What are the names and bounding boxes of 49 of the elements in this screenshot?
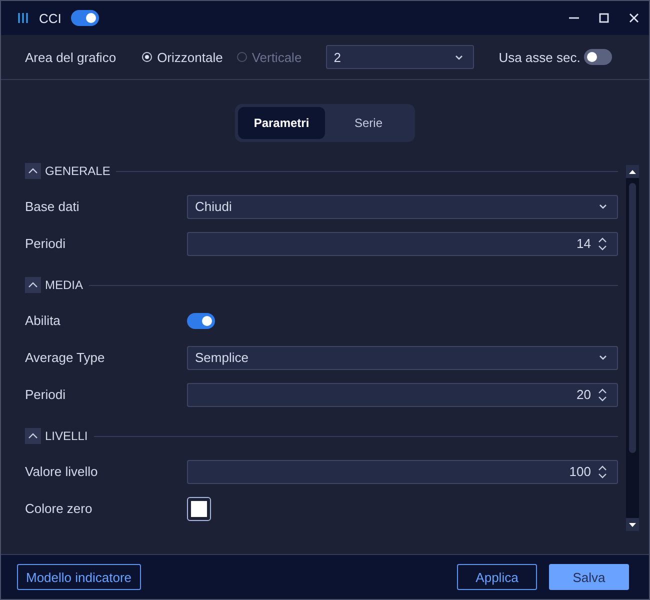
chevron-down-icon [454, 54, 463, 60]
secondary-axis-label: Usa asse sec. [498, 50, 580, 64]
field-label: Periodi [25, 236, 66, 251]
window-title: CCI [39, 10, 62, 26]
indicator-icon [17, 12, 29, 24]
maximize-icon[interactable] [599, 13, 609, 23]
radio-label: Orizzontale [157, 50, 223, 64]
indicator-toggle[interactable] [71, 10, 100, 26]
collapse-button[interactable] [25, 163, 41, 179]
scroll-up-icon[interactable] [629, 170, 636, 174]
chevron-down-icon [599, 204, 607, 209]
template-button[interactable]: Modello indicatore [17, 564, 141, 590]
chevron-down-icon [599, 355, 607, 360]
save-button[interactable]: Salva [549, 564, 629, 590]
field-label: Average Type [25, 350, 106, 365]
select-field[interactable]: Semplice [187, 346, 618, 370]
number-field[interactable]: 14 [187, 232, 618, 256]
section-title: MEDIA [45, 278, 84, 292]
field-label: Periodi [25, 387, 66, 402]
field-label: Abilita [25, 313, 62, 328]
collapse-button[interactable] [25, 277, 41, 293]
chevron-icon [28, 282, 38, 288]
field-label: Colore zero [25, 501, 94, 516]
close-icon[interactable] [629, 13, 639, 23]
section-title: LIVELLI [45, 429, 88, 443]
select-field[interactable]: Chiudi [187, 194, 618, 218]
minimize-icon[interactable] [569, 17, 579, 19]
scrollbar[interactable] [626, 165, 639, 531]
enable-toggle[interactable] [187, 312, 215, 328]
radio-label: Verticale [252, 50, 302, 64]
number-field[interactable]: 20 [187, 382, 618, 406]
tab[interactable]: Serie [325, 107, 412, 139]
color-swatch[interactable] [187, 496, 211, 520]
spinner-icon[interactable] [598, 388, 607, 402]
secondary-axis-toggle[interactable] [584, 49, 612, 65]
spinner-icon[interactable] [598, 236, 607, 250]
number-field[interactable]: 100 [187, 460, 618, 484]
apply-button[interactable]: Applica [457, 564, 537, 590]
pane-select[interactable]: 2 [326, 45, 474, 69]
scroll-down-icon[interactable] [629, 522, 636, 526]
spinner-icon[interactable] [598, 464, 607, 478]
section-title: GENERALE [45, 164, 110, 178]
field-label: Base dati [25, 199, 80, 214]
chevron-icon [28, 433, 38, 439]
chevron-icon [28, 168, 38, 174]
collapse-button[interactable] [25, 428, 41, 444]
chart-area-label: Area del grafico [25, 50, 116, 64]
tab[interactable]: Parametri [238, 107, 325, 139]
field-label: Valore livello [25, 464, 99, 479]
